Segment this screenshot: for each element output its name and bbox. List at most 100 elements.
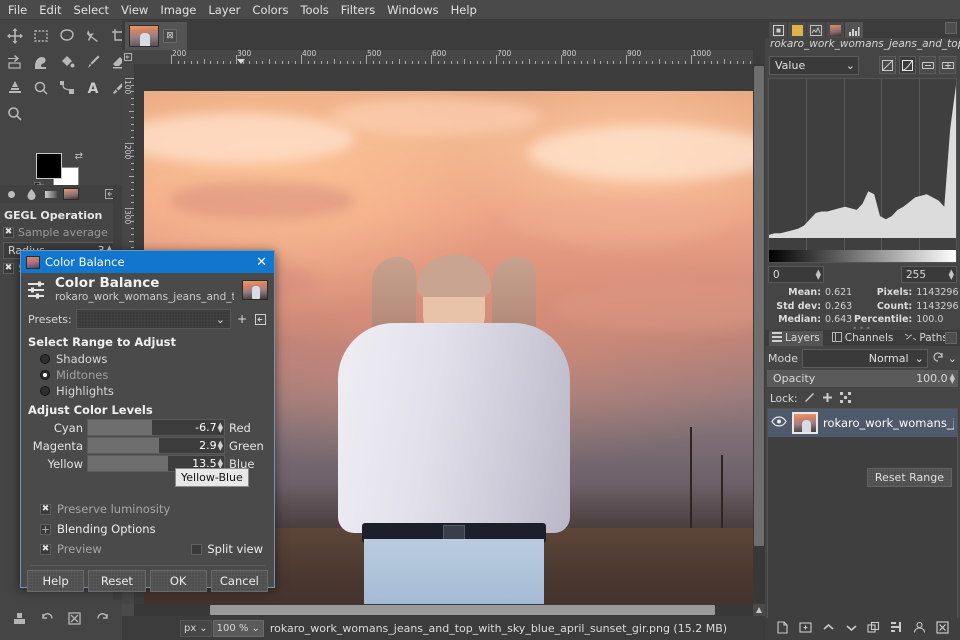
canvas-horizontal-scrollbar[interactable]	[134, 604, 753, 616]
split-view-checkbox[interactable]	[191, 544, 202, 555]
sample-merged-checkbox[interactable]: ✖	[3, 263, 14, 274]
tab-channels[interactable]: Channels	[829, 331, 897, 346]
dialog-title-bar[interactable]: Color Balance ✕	[21, 251, 274, 273]
histogram-channel-combo[interactable]: Value ⌄	[769, 56, 859, 75]
unit-chevron-down-icon[interactable]: ⌄	[199, 623, 207, 634]
layers-dock-menu-button[interactable]	[945, 332, 957, 344]
slider-cyan-red[interactable]: Cyan -6.7 ▲▼ Red	[28, 419, 267, 436]
images-tab[interactable]	[826, 22, 844, 38]
image-indicator-icon[interactable]	[62, 186, 80, 202]
raise-layer-icon[interactable]	[822, 621, 835, 637]
menu-item-edit[interactable]: Edit	[33, 1, 67, 19]
lower-layer-icon[interactable]	[845, 621, 858, 637]
magenta-green-slider-track[interactable]: 2.9 ▲▼	[87, 437, 225, 454]
navigation-preview-button[interactable]	[753, 604, 765, 616]
reset-button[interactable]: Reset	[88, 570, 145, 592]
chevron-down-icon[interactable]: ⌄	[846, 59, 855, 72]
horizontal-ruler[interactable]: 2003004005006007008009001000	[134, 50, 753, 64]
smudge-tool[interactable]	[3, 76, 27, 100]
range-option-shadows[interactable]: Shadows	[28, 351, 267, 367]
save-tool-preset-icon[interactable]	[13, 612, 26, 628]
reset-range-button[interactable]: Reset Range	[867, 468, 952, 487]
new-layer-group-icon[interactable]	[799, 621, 812, 637]
menu-item-filters[interactable]: Filters	[335, 1, 381, 19]
anchor-layer-icon[interactable]	[890, 621, 903, 637]
swap-colors-icon[interactable]: ⇄	[75, 151, 83, 162]
highlights-radio[interactable]	[40, 386, 50, 396]
free-select-tool[interactable]	[55, 24, 79, 48]
ruler-corner-button[interactable]	[122, 50, 134, 64]
preserve-luminosity-checkbox[interactable]: ✖	[40, 504, 51, 515]
layer-visibility-eye-icon[interactable]	[771, 416, 787, 430]
range-low-spin-arrows[interactable]: ▲▼	[816, 270, 821, 280]
blending-options-row[interactable]: ＋ Blending Options	[28, 519, 267, 539]
add-preset-button[interactable]: +	[235, 311, 249, 327]
range-option-highlights[interactable]: Highlights	[28, 383, 267, 399]
menu-item-help[interactable]: Help	[445, 1, 483, 19]
paths-tool[interactable]	[55, 76, 79, 100]
help-button[interactable]: Help	[27, 570, 84, 592]
logarithmic-histogram-button[interactable]	[899, 56, 916, 74]
image-tab-close-icon[interactable]: ⊠	[163, 29, 177, 43]
menu-item-image[interactable]: Image	[154, 1, 202, 19]
canvas-vertical-scrollbar[interactable]	[753, 64, 765, 616]
presets-combo[interactable]: ⌄	[76, 309, 231, 329]
brush-indicator-icon[interactable]	[2, 186, 20, 202]
mode-chevron-down-icon[interactable]: ⌄	[915, 352, 924, 365]
menu-item-windows[interactable]: Windows	[381, 1, 444, 19]
cancel-button[interactable]: Cancel	[211, 570, 268, 592]
zoom-chevron-down-icon[interactable]: ⌄	[251, 623, 259, 634]
preserve-luminosity-row[interactable]: ✖ Preserve luminosity	[28, 499, 267, 519]
vertical-scroll-thumb[interactable]	[754, 66, 764, 546]
split-view-row[interactable]: Split view	[191, 542, 263, 556]
new-layer-icon[interactable]	[776, 621, 789, 637]
cyan-red-spin-arrows[interactable]: ▲▼	[218, 423, 223, 433]
mode-options-chevron-icon[interactable]: ⌄	[948, 352, 957, 365]
dock-menu-button[interactable]	[945, 22, 957, 34]
delete-tool-preset-icon[interactable]	[68, 612, 81, 628]
opacity-spin-arrows[interactable]: ▲▼	[950, 374, 955, 384]
tab-paths[interactable]: Paths	[902, 331, 951, 346]
gradient-indicator-icon[interactable]	[42, 186, 60, 202]
ok-button[interactable]: OK	[150, 570, 207, 592]
histogram-range-high[interactable]: 255 ▲▼	[901, 266, 957, 283]
bucket-fill-tool[interactable]	[55, 50, 79, 74]
zoom-tool[interactable]	[3, 102, 27, 126]
fuzzy-select-tool[interactable]	[81, 24, 105, 48]
warp-tool[interactable]	[29, 50, 53, 74]
foreground-color-swatch[interactable]	[36, 153, 62, 179]
menu-item-file[interactable]: File	[2, 1, 33, 19]
reset-mode-icon[interactable]	[932, 351, 944, 366]
shadows-radio[interactable]	[40, 354, 50, 364]
rectangle-select-tool[interactable]	[29, 24, 53, 48]
layer-list[interactable]: rokaro_work_womans_j	[767, 408, 958, 636]
clone-tool[interactable]	[29, 76, 53, 100]
pattern-indicator-icon[interactable]	[22, 186, 40, 202]
menu-item-select[interactable]: Select	[68, 1, 115, 19]
cyan-red-slider-track[interactable]: -6.7 ▲▼	[87, 419, 225, 436]
delete-layer-icon[interactable]	[936, 621, 949, 637]
sample-average-checkbox[interactable]: ✖	[3, 227, 14, 238]
slider-magenta-green[interactable]: Magenta 2.9 ▲▼ Green	[28, 437, 267, 454]
text-tool[interactable]: A	[81, 76, 105, 100]
blending-options-expander-icon[interactable]: ＋	[40, 524, 51, 535]
duplicate-layer-icon[interactable]	[867, 621, 880, 637]
menu-item-tools[interactable]: Tools	[294, 1, 334, 19]
zoom-in-histogram-button[interactable]	[939, 56, 956, 74]
histogram-chart[interactable]	[768, 78, 957, 263]
sample-average-row[interactable]: ✖ Sample average	[3, 225, 119, 240]
lock-pixels-icon[interactable]	[804, 392, 815, 406]
lock-position-icon[interactable]	[822, 392, 833, 406]
histogram-range-low[interactable]: 0 ▲▼	[768, 266, 824, 283]
linear-histogram-button[interactable]	[879, 56, 896, 74]
zoom-out-histogram-button[interactable]	[919, 56, 936, 74]
reset-tool-options-icon[interactable]	[96, 612, 109, 628]
transform-tool[interactable]	[3, 50, 27, 74]
menu-item-view[interactable]: View	[115, 1, 154, 19]
layer-item[interactable]: rokaro_work_womans_j	[768, 409, 957, 437]
magenta-green-spin-arrows[interactable]: ▲▼	[218, 441, 223, 451]
add-layer-mask-icon[interactable]	[913, 621, 926, 637]
midtones-radio[interactable]	[40, 370, 50, 380]
restore-tool-preset-icon[interactable]	[41, 612, 54, 628]
range-high-spin-arrows[interactable]: ▲▼	[949, 270, 954, 280]
